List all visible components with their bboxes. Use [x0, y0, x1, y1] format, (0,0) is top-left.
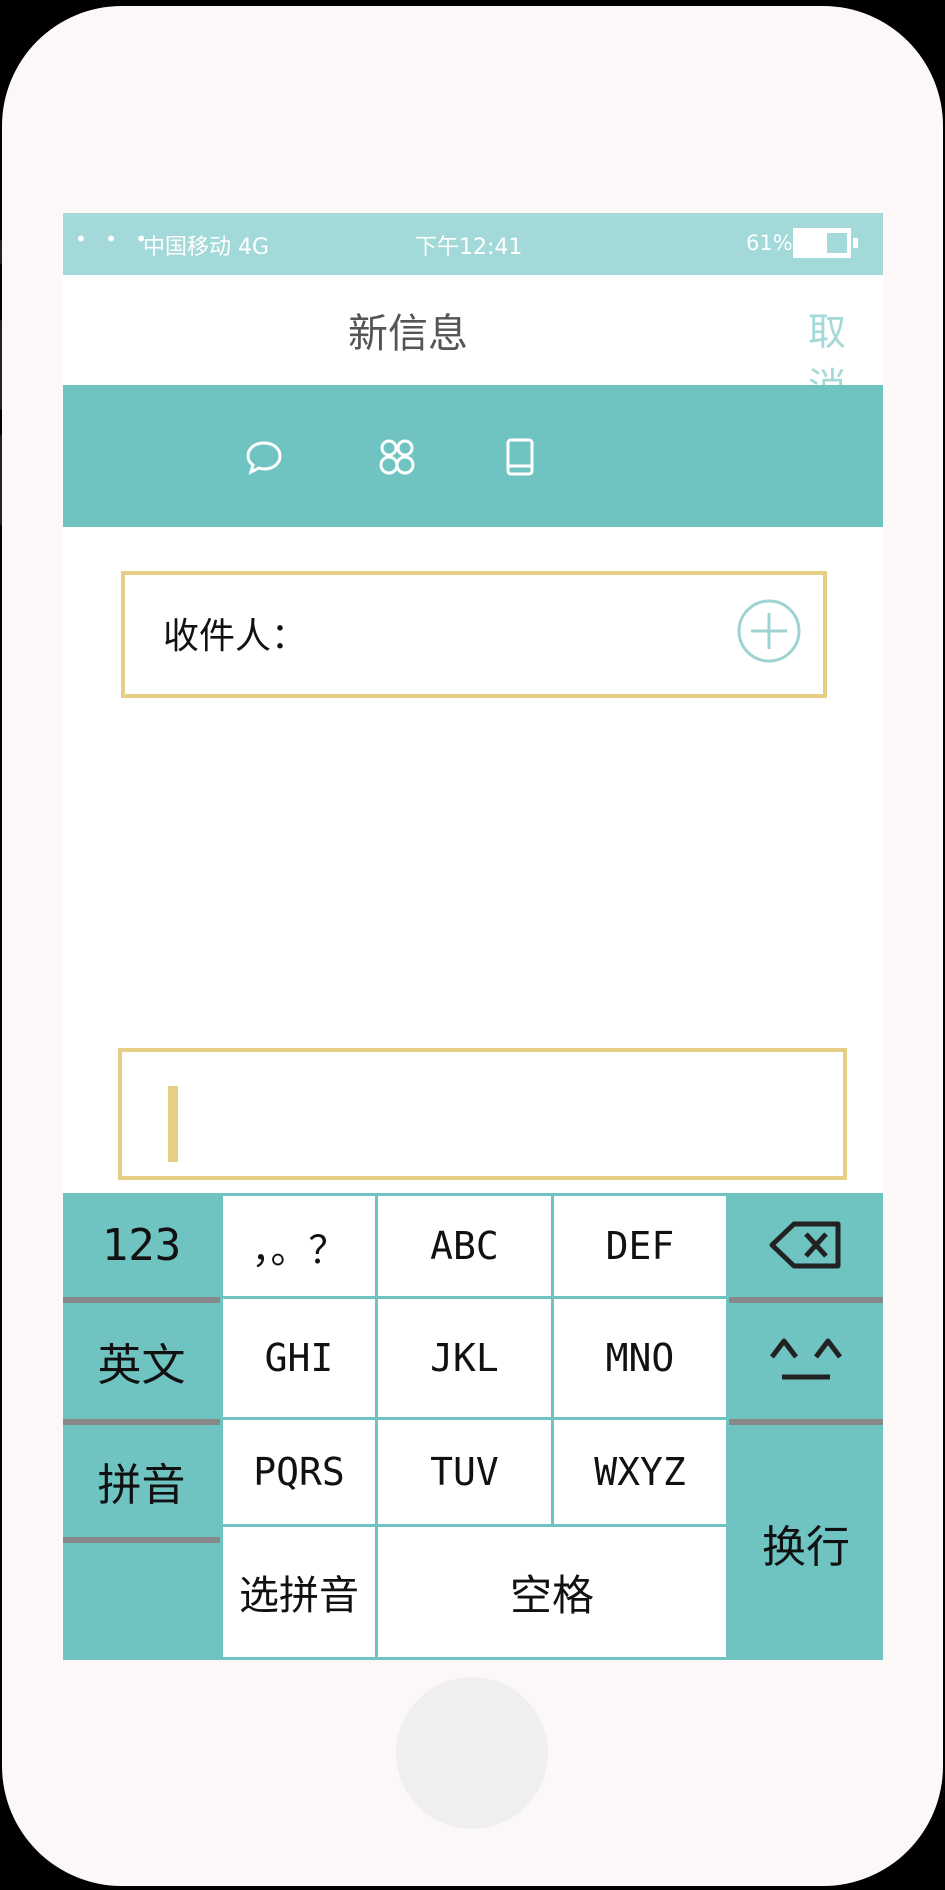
key-ghi[interactable]: GHI	[220, 1296, 378, 1420]
key-pinyin[interactable]: 拼音	[63, 1425, 220, 1537]
battery-icon	[793, 228, 858, 258]
navigation-bar: 新信息 取消	[63, 275, 883, 409]
keyboard: 123 英文 拼音 ，。？ ABC DEF GHI JKL MNO PQRS T…	[63, 1193, 883, 1660]
backspace-icon[interactable]	[729, 1193, 883, 1297]
status-bar: • • • 中国移动 4G 下午12:41 61%	[63, 213, 883, 275]
recipient-label: 收件人：	[163, 616, 308, 657]
phone-icon[interactable]	[498, 435, 542, 479]
key-punctuation[interactable]: ，。？	[220, 1193, 378, 1299]
battery-percent: 61%	[746, 231, 793, 255]
key-english[interactable]: 英文	[63, 1303, 220, 1419]
tab-bar	[63, 385, 883, 527]
key-tuv[interactable]: TUV	[375, 1417, 554, 1527]
clock: 下午12:41	[415, 235, 523, 260]
screen: • • • 中国移动 4G 下午12:41 61% 新信息 取消	[63, 213, 883, 1660]
message-input[interactable]	[118, 1048, 847, 1180]
key-jkl[interactable]: JKL	[375, 1296, 554, 1420]
key-wxyz[interactable]: WXYZ	[551, 1417, 729, 1527]
message-bubble-icon[interactable]	[242, 435, 286, 479]
page-title: 新信息	[348, 311, 468, 357]
key-mno[interactable]: MNO	[551, 1296, 729, 1420]
home-button[interactable]	[396, 1677, 548, 1829]
text-cursor	[168, 1086, 178, 1162]
signal-dots: • • •	[75, 227, 154, 251]
group-icon[interactable]	[375, 435, 419, 479]
recipient-field[interactable]: 收件人：	[121, 571, 827, 698]
carrier-label: 中国移动 4G	[143, 235, 270, 260]
key-pqrs[interactable]: PQRS	[220, 1417, 378, 1527]
key-def[interactable]: DEF	[551, 1193, 729, 1299]
key-select-pinyin[interactable]: 选拼音	[220, 1524, 378, 1660]
smile-face-icon[interactable]	[729, 1303, 883, 1419]
key-enter[interactable]: 换行	[729, 1425, 883, 1660]
key-space[interactable]: 空格	[375, 1524, 729, 1660]
key-blank	[63, 1543, 220, 1660]
key-abc[interactable]: ABC	[375, 1193, 554, 1299]
key-123[interactable]: 123	[63, 1193, 220, 1297]
plus-circle-icon[interactable]	[733, 595, 805, 667]
